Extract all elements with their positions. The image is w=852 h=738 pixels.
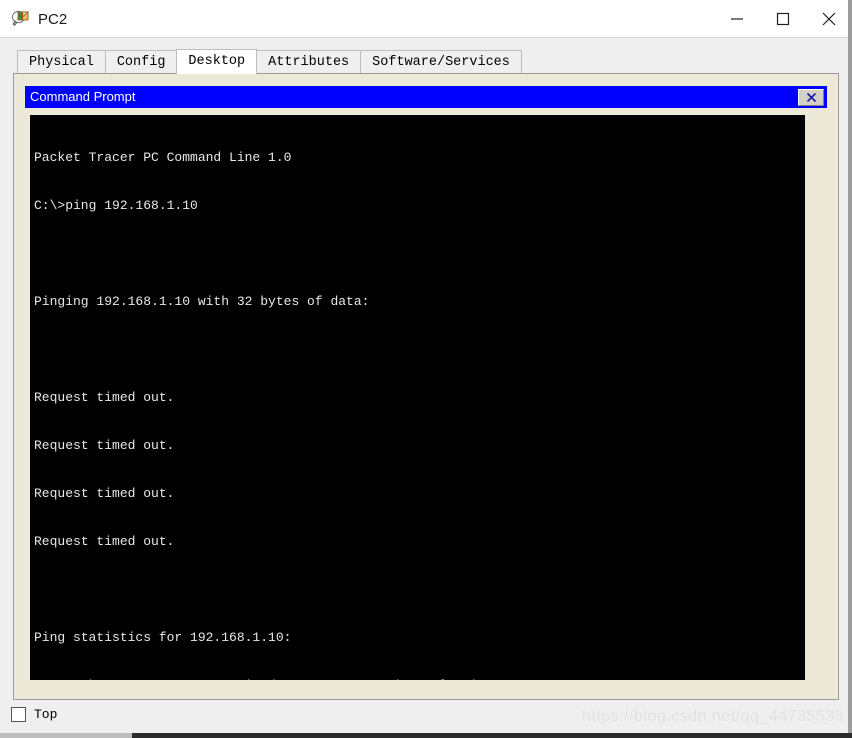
tabstrip: Physical Config Desktop Attributes Softw…: [0, 39, 852, 74]
close-icon[interactable]: [806, 0, 852, 38]
terminal-text: Packet Tracer PC Command Line 1.0 C:\>pi…: [34, 118, 805, 680]
top-checkbox-label: Top: [34, 707, 58, 722]
window-controls: [714, 0, 852, 38]
terminal-line: Request timed out.: [34, 534, 175, 549]
tab-software-services[interactable]: Software/Services: [360, 50, 522, 74]
terminal-line: Pinging 192.168.1.10 with 32 bytes of da…: [34, 294, 370, 309]
terminal-line: Request timed out.: [34, 486, 175, 501]
maximize-icon[interactable]: [760, 0, 806, 38]
window-title-group: PC2: [12, 0, 67, 38]
tab-physical[interactable]: Physical: [17, 50, 106, 74]
packet-tracer-pc-icon: [12, 10, 30, 28]
command-prompt-close-icon[interactable]: [798, 89, 824, 106]
terminal-line: Request timed out.: [34, 438, 175, 453]
terminal-line: C:\>ping 192.168.1.10: [34, 198, 198, 213]
minimize-icon[interactable]: [714, 0, 760, 38]
tab-attributes[interactable]: Attributes: [256, 50, 362, 74]
top-checkbox[interactable]: [11, 707, 26, 722]
terminal-line: Packets: Sent = 4, Received = 0, Lost = …: [34, 678, 805, 680]
tab-desktop[interactable]: Desktop: [176, 49, 258, 74]
watermark: https://blog.csdn.net/qq_44735533: [581, 708, 844, 725]
window-title: PC2: [38, 10, 68, 28]
terminal-line: Request timed out.: [34, 390, 175, 405]
tab-list: Physical Config Desktop Attributes Softw…: [17, 49, 522, 74]
window-titlebar: PC2: [0, 0, 852, 38]
window-bottom-edge-left: [0, 733, 132, 738]
command-prompt-title: Command Prompt: [30, 89, 136, 104]
desktop-panel: Command Prompt Packet Tracer PC Command …: [13, 73, 839, 700]
terminal-output-area[interactable]: Packet Tracer PC Command Line 1.0 C:\>pi…: [30, 115, 805, 680]
pc2-window: PC2 Physical Config Desktop Attributes S…: [0, 0, 852, 738]
command-prompt-window: Command Prompt Packet Tracer PC Command …: [25, 86, 827, 689]
tab-config[interactable]: Config: [104, 50, 178, 74]
window-right-edge: [848, 0, 852, 738]
terminal-line: Ping statistics for 192.168.1.10:: [34, 630, 292, 645]
window-bottom-edge: [132, 733, 852, 738]
terminal-line: Packet Tracer PC Command Line 1.0: [34, 150, 292, 165]
top-checkbox-group[interactable]: Top: [11, 707, 57, 722]
command-prompt-titlebar: Command Prompt: [25, 86, 827, 108]
